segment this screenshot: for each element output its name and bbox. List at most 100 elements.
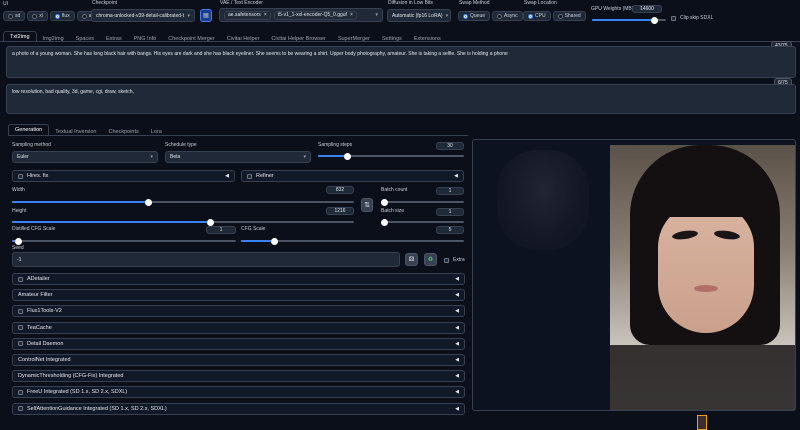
radio-dot-icon (8, 13, 13, 19)
blurred-preview-image (497, 150, 589, 250)
collapse-triangle-icon: ◀ (225, 173, 229, 179)
checkbox-icon[interactable] (18, 389, 23, 395)
gpu-weights-input[interactable]: 14600 (632, 5, 662, 13)
cfg-scale-input[interactable]: 5 (436, 226, 464, 234)
extension-accordion-list: ADetailer ◀ Amateur Filter ◀ Flux1Tools-V2 ◀ T… (12, 273, 465, 419)
chevron-down-icon: ▾ (375, 12, 378, 18)
sampling-steps-label: Sampling steps (318, 142, 353, 148)
extension-accordion[interactable]: DynamicThresholding (CFG-Fix) Integrated… (12, 370, 465, 383)
cfg-scale-label: CFG Scale (241, 226, 266, 232)
hires-fix-accordion[interactable]: Hires. fix ◀ (12, 170, 235, 182)
ui-option-flux[interactable]: flux (49, 11, 75, 21)
batch-count-label: Batch count (381, 187, 408, 193)
width-slider[interactable] (12, 198, 354, 206)
image-bangs (654, 175, 758, 217)
checkbox-icon[interactable] (18, 406, 23, 411)
collapse-triangle-icon: ◀ (455, 340, 459, 347)
checkbox-icon (247, 173, 252, 179)
accordion-label: TeaCache (27, 324, 52, 331)
seed-label: Seed (12, 245, 24, 251)
collapse-triangle-icon: ◀ (455, 373, 459, 380)
clip-skip-toggle[interactable]: Clip skip SDXL (671, 15, 713, 21)
radio-dot-selected-icon (528, 13, 533, 19)
batch-count-input[interactable]: 1 (436, 187, 464, 195)
close-icon[interactable]: × (350, 12, 353, 18)
width-input[interactable]: 832 (326, 186, 354, 194)
sampling-steps-input[interactable]: 30 (436, 142, 464, 150)
ui-option-sd[interactable]: sd (3, 11, 26, 21)
extension-accordion[interactable]: SelfAttentionGuidance Integrated (SD 1.x… (12, 402, 465, 415)
height-slider[interactable] (12, 218, 354, 226)
sampling-method-label: Sampling method (12, 142, 51, 148)
height-input[interactable]: 1216 (326, 207, 354, 215)
cfg-scale-slider[interactable] (241, 237, 464, 245)
output-gallery[interactable] (472, 139, 796, 411)
collapse-triangle-icon: ◀ (455, 308, 459, 315)
swap-arrows-icon: ⇅ (364, 202, 370, 209)
sampling-method-select[interactable]: Euler ▾ (12, 151, 158, 163)
chevron-down-icon: ▾ (303, 154, 306, 160)
reuse-seed-button[interactable]: ♻ (424, 253, 437, 266)
tab-generation[interactable]: Generation (8, 124, 50, 135)
image-shoulders (610, 345, 795, 410)
ui-label: UI (3, 1, 8, 7)
gpu-weights-slider[interactable] (592, 16, 666, 24)
checkbox-icon[interactable] (18, 308, 23, 314)
accordion-label: Amateur Filter (18, 292, 53, 299)
swap-dimensions-button[interactable]: ⇅ (361, 198, 373, 212)
radio-dot-icon (557, 13, 563, 19)
distilled-cfg-slider[interactable] (12, 237, 236, 245)
checkbox-icon (18, 173, 23, 179)
batch-size-input[interactable]: 1 (436, 208, 464, 216)
extension-accordion[interactable]: ControlNet Integrated ◀ (12, 353, 465, 366)
vae-select[interactable]: ae.safetensors × t5-v1_1-xxl-encoder-Q5_0… (219, 8, 383, 22)
refresh-checkpoint-button[interactable]: ▤ (200, 9, 212, 22)
swap-method-queue[interactable]: Queue (458, 11, 491, 21)
radio-dot-icon (81, 13, 87, 19)
extension-accordion[interactable]: TeaCache ◀ (12, 321, 465, 334)
radio-dot-selected-icon (463, 13, 468, 19)
ui-option-xl[interactable]: xl (27, 11, 48, 21)
extension-accordion[interactable]: FreeU Integrated (SD 1.x, SD 2.x, SDXL) ◀ (12, 386, 465, 399)
checkpoint-select[interactable]: chroma-unlocked-v39-detail-calibrated-t ▾ (91, 9, 195, 22)
prompt-textarea[interactable]: a photo of a young woman. She has long b… (6, 46, 796, 78)
batch-size-slider[interactable] (380, 218, 464, 226)
chevron-down-icon: ▾ (445, 12, 449, 19)
random-seed-button[interactable]: ⚄ (405, 253, 418, 266)
dice-icon: ⚄ (408, 257, 415, 263)
extension-accordion[interactable]: Detail Daemon ◀ (12, 337, 465, 350)
batch-count-slider[interactable] (380, 198, 464, 206)
seed-input[interactable]: -1 (12, 252, 400, 267)
accordion-label: FreeU Integrated (SD 1.x, SD 2.x, SDXL) (27, 389, 128, 396)
negative-prompt-textarea[interactable]: low resolution, bad quality, 3d, game, c… (6, 84, 796, 114)
extension-accordion[interactable]: ADetailer ◀ (12, 273, 465, 285)
accordion-label: ADetailer (27, 276, 50, 282)
diffusion-label: Diffusion in Low Bits (388, 0, 433, 6)
seed-extra-toggle[interactable]: Extra (444, 257, 465, 263)
vae-label: VAE / Text Encoder (220, 0, 263, 6)
checkbox-icon[interactable] (18, 276, 23, 282)
swap-method-async[interactable]: Async (492, 11, 523, 21)
gallery-thumbnail[interactable] (697, 415, 707, 430)
swap-location-label: Swap Location (524, 0, 557, 6)
collapse-triangle-icon: ◀ (454, 173, 458, 179)
close-icon[interactable]: × (264, 12, 267, 18)
distilled-cfg-input[interactable]: 1 (206, 226, 236, 234)
extension-accordion[interactable]: Amateur Filter ◀ (12, 289, 465, 302)
swap-location-shared[interactable]: Shared (552, 11, 586, 21)
collapse-triangle-icon: ◀ (455, 292, 459, 299)
swap-location-cpu[interactable]: CPU (523, 11, 551, 21)
refiner-accordion[interactable]: Refiner ◀ (241, 170, 464, 182)
swap-method-group: Queue Async (458, 11, 525, 21)
generated-image[interactable] (610, 145, 795, 410)
image-face (658, 203, 754, 333)
sampling-steps-slider[interactable] (318, 152, 464, 160)
schedule-type-select[interactable]: Beta ▾ (165, 151, 311, 163)
checkbox-icon[interactable] (18, 341, 23, 347)
radio-dot-icon (497, 13, 503, 19)
diffusion-select[interactable]: Automatic (fp16 LoRA) ▾ (387, 9, 451, 22)
extension-accordion[interactable]: Flux1Tools-V2 ◀ (12, 305, 465, 318)
vae-chip: ae.safetensors × (224, 10, 271, 20)
checkbox-icon[interactable] (18, 325, 23, 331)
ui-radio-group: sd xl flux all (3, 11, 101, 21)
